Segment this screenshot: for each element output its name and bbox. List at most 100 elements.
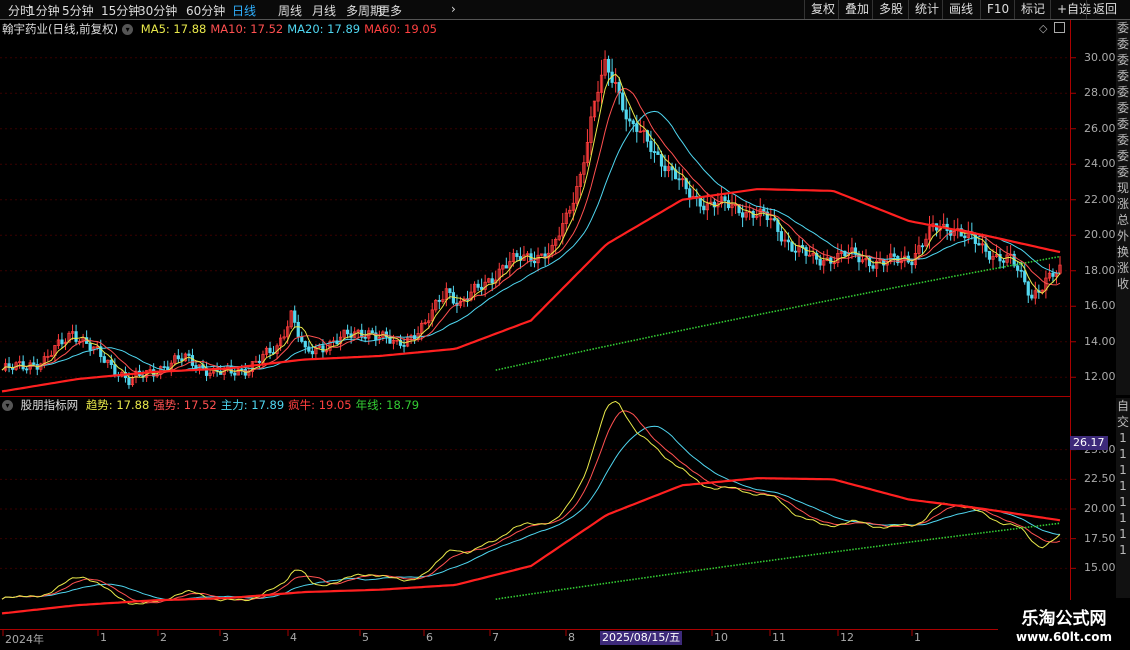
- indicator-panel-char-1: 交: [1116, 415, 1129, 429]
- candle-body-232: [818, 258, 822, 266]
- candle-body-228: [804, 247, 808, 256]
- date-tick-11: 12: [840, 631, 854, 644]
- candle-body-178: [628, 118, 632, 122]
- candle-body-277: [977, 243, 981, 246]
- ma5-line: [1, 73, 1061, 379]
- candle-body-31: [109, 359, 113, 366]
- candle-body-88: [310, 350, 314, 355]
- quote-panel-char-11: 涨: [1116, 197, 1129, 211]
- quote-panel-char-9: 委: [1116, 165, 1129, 179]
- candle-body-151: [532, 260, 537, 264]
- crosshair-date-label: 2025/08/15/五: [600, 631, 683, 645]
- candle-body-143: [504, 265, 508, 269]
- candle-body-291: [1026, 281, 1030, 296]
- price-chart[interactable]: [0, 0, 1130, 650]
- crosshair-price-label: 26.17: [1070, 436, 1108, 450]
- candle-body-73: [257, 360, 262, 363]
- quote-panel-char-16: 收: [1116, 277, 1129, 291]
- candle-body-224: [790, 241, 794, 252]
- sub-strength-line: [1, 410, 1061, 604]
- candle-body-124: [437, 299, 441, 302]
- candle-body-68: [240, 368, 244, 371]
- year-line: [495, 255, 1061, 371]
- price-tick-8: 14.00: [1084, 334, 1116, 348]
- sub-tick-4: 15.00: [1084, 561, 1116, 575]
- date-tick-7: 7: [492, 631, 499, 644]
- watermark-url: www.60lt.com: [1015, 630, 1113, 644]
- quote-panel-char-1: 委: [1116, 37, 1129, 51]
- candle-body-219: [772, 218, 776, 221]
- candle-body-46: [162, 366, 166, 369]
- candle-body-32: [113, 364, 117, 376]
- quote-panel-char-6: 委: [1116, 117, 1129, 131]
- candle-body-288: [1016, 265, 1020, 271]
- candle-body-83: [293, 310, 297, 323]
- date-tick-9: 10: [714, 631, 728, 644]
- candle-body-225: [793, 250, 798, 253]
- price-tick-5: 20.00: [1084, 228, 1116, 242]
- candle-body-210: [741, 212, 745, 218]
- indicator-panel-char-7: 1: [1119, 511, 1127, 525]
- quote-panel-char-0: 委: [1116, 21, 1129, 35]
- quote-panel-char-13: 外: [1116, 229, 1129, 243]
- candle-body-184: [649, 140, 653, 152]
- indicator-panel-char-2: 1: [1119, 431, 1127, 445]
- candle-body-17: [60, 339, 64, 345]
- candle-body-135: [476, 283, 480, 288]
- candle-body-221: [779, 231, 783, 242]
- ma60-line: [1, 188, 1061, 393]
- quote-panel-char-14: 换: [1116, 245, 1129, 259]
- candle-body-91: [321, 345, 325, 353]
- candle-body-66: [233, 372, 237, 376]
- quote-panel-char-3: 委: [1116, 69, 1129, 83]
- candle-body-258: [910, 261, 914, 266]
- indicator-panel-char-3: 1: [1119, 447, 1127, 461]
- candle-body-229: [808, 254, 812, 257]
- date-tick-4: 4: [290, 631, 297, 644]
- quote-panel-char-10: 现: [1116, 181, 1129, 195]
- candle-body-85: [300, 336, 304, 342]
- quote-panel-char-7: 委: [1116, 133, 1129, 147]
- indicator-panel-char-6: 1: [1119, 495, 1127, 509]
- quote-panel-char-15: 涨: [1116, 261, 1129, 275]
- price-tick-0: 30.00: [1084, 50, 1116, 64]
- sub-tick-3: 17.50: [1084, 531, 1116, 545]
- indicator-side-panel[interactable]: 自交 1 1 1 1 1 1 1 1: [1116, 398, 1130, 598]
- quote-panel-char-12: 总: [1116, 213, 1129, 227]
- candle-body-195: [688, 188, 692, 198]
- date-tick-1: 1: [100, 631, 107, 644]
- candle-body-103: [363, 336, 367, 339]
- price-tick-6: 18.00: [1084, 263, 1116, 277]
- candle-body-21: [74, 331, 78, 342]
- date-tick-2: 2: [160, 631, 167, 644]
- candle-body-205: [723, 196, 727, 201]
- candle-body-53: [187, 353, 191, 356]
- indicator-panel-char-5: 1: [1119, 479, 1127, 493]
- candle-body-199: [702, 205, 706, 211]
- date-tick-5: 5: [362, 631, 369, 644]
- candle-body-29: [102, 356, 106, 363]
- candle-body-273: [963, 235, 967, 239]
- candle-body-98: [346, 329, 350, 335]
- indicator-panel-char-0: 自: [1116, 399, 1129, 413]
- sub-bull-line: [1, 477, 1061, 615]
- watermark-title: 乐淘公式网: [1021, 609, 1107, 629]
- candle-body-76: [268, 347, 272, 353]
- candle-body-223: [786, 239, 791, 243]
- candle-body-7: [25, 368, 29, 371]
- watermark-logo: 乐淘公式网 www.60lt.com: [998, 600, 1130, 650]
- indicator-panel-char-9: 1: [1119, 543, 1127, 557]
- candle-body-47: [166, 366, 170, 371]
- candle-body-127: [448, 288, 452, 293]
- sub-trend-line: [1, 400, 1061, 605]
- price-tick-2: 26.00: [1084, 121, 1116, 135]
- candle-body-192: [677, 178, 681, 181]
- candle-body-9: [32, 362, 36, 365]
- candle-body-289: [1019, 269, 1023, 272]
- quote-side-panel[interactable]: 委委委委委委委委委委现涨总外换涨收: [1116, 20, 1130, 395]
- candle-body-177: [624, 109, 628, 120]
- candle-body-292: [1030, 294, 1034, 299]
- date-tick-3: 3: [222, 631, 229, 644]
- candle-body-298: [1051, 272, 1055, 277]
- price-tick-9: 12.00: [1084, 370, 1116, 384]
